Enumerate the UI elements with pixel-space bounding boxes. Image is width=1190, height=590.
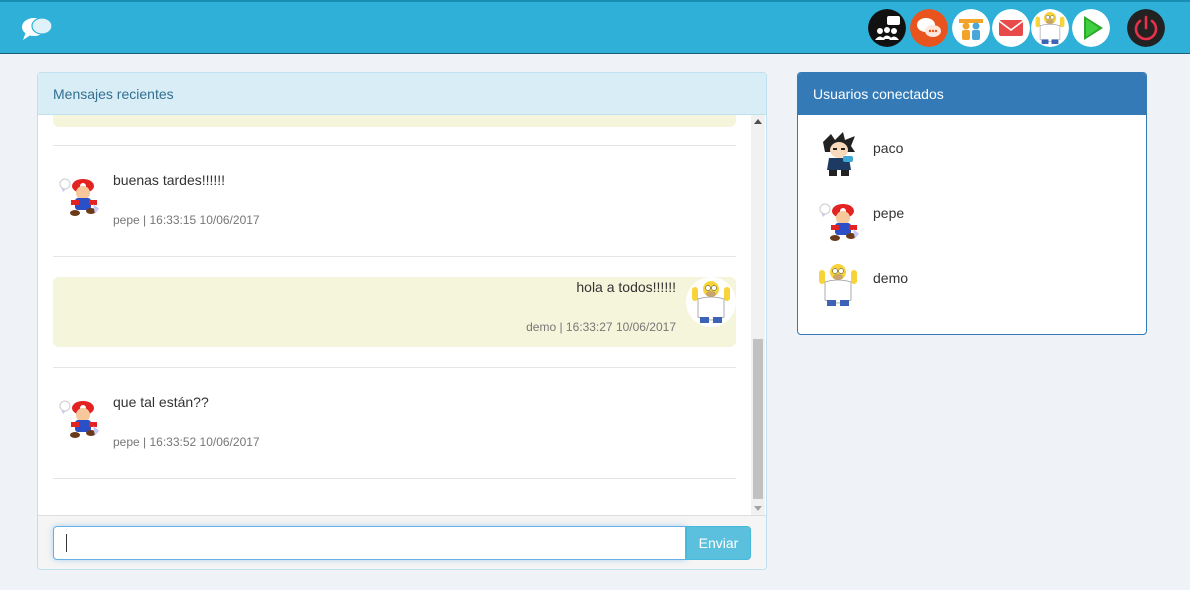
message-divider: [53, 367, 736, 368]
play-icon[interactable]: [1072, 9, 1110, 47]
user-item[interactable]: pepe: [813, 195, 1133, 250]
anime-boy-avatar: [813, 130, 863, 180]
messages-scrollbar[interactable]: [751, 115, 765, 515]
text-caret: [66, 534, 67, 552]
mario-avatar[interactable]: [53, 392, 103, 442]
mario-avatar[interactable]: [53, 170, 103, 220]
mail-icon[interactable]: [992, 9, 1030, 47]
message-item: que tal están?? pepe | 16:33:52 10/06/20…: [53, 382, 736, 452]
mario-avatar: [813, 195, 863, 245]
user-name: demo: [873, 270, 909, 286]
message-divider: [53, 256, 736, 257]
chat-bubbles-icon[interactable]: [20, 14, 56, 42]
user-item[interactable]: demo: [813, 260, 1133, 315]
message-text: buenas tardes!!!!!!: [113, 172, 226, 188]
scroll-thumb[interactable]: [753, 339, 763, 499]
message-input[interactable]: [53, 526, 686, 560]
user-avatar-icon[interactable]: [1031, 9, 1069, 47]
recent-messages-panel: Mensajes recientes buenas tardes!!!!!! p…: [37, 72, 767, 570]
scroll-up-arrow-icon[interactable]: [754, 119, 762, 124]
contacts-icon[interactable]: [952, 9, 990, 47]
user-name: pepe: [873, 205, 905, 221]
own-message-fragment: [53, 115, 736, 127]
homer-avatar: [813, 260, 863, 310]
message-compose-bar: Enviar: [38, 515, 766, 569]
message-meta: pepe | 16:33:15 10/06/2017: [113, 213, 260, 227]
conversations-icon[interactable]: [910, 9, 948, 47]
send-button[interactable]: Enviar: [686, 526, 751, 560]
message-text: que tal están??: [113, 394, 209, 410]
power-icon[interactable]: [1127, 9, 1165, 47]
message-item: buenas tardes!!!!!! pepe | 16:33:15 10/0…: [53, 160, 736, 230]
message-divider: [53, 145, 736, 146]
panel-title: Usuarios conectados: [798, 73, 1146, 115]
group-chat-icon[interactable]: [868, 9, 906, 47]
messages-list[interactable]: buenas tardes!!!!!! pepe | 16:33:15 10/0…: [38, 115, 766, 515]
message-text: hola a todos!!!!!!: [576, 279, 676, 295]
connected-users-panel: Usuarios conectados paco pepe demo: [797, 72, 1147, 335]
panel-title: Mensajes recientes: [38, 73, 766, 115]
top-navbar: [0, 0, 1190, 54]
message-divider: [53, 478, 736, 479]
message-meta: pepe | 16:33:52 10/06/2017: [113, 435, 260, 449]
user-name: paco: [873, 140, 904, 156]
user-item[interactable]: paco: [813, 130, 1133, 185]
message-item-own: hola a todos!!!!!! demo | 16:33:27 10/06…: [53, 277, 736, 347]
scroll-down-arrow-icon[interactable]: [754, 506, 762, 511]
homer-avatar[interactable]: [686, 277, 736, 327]
message-meta: demo | 16:33:27 10/06/2017: [526, 320, 676, 334]
